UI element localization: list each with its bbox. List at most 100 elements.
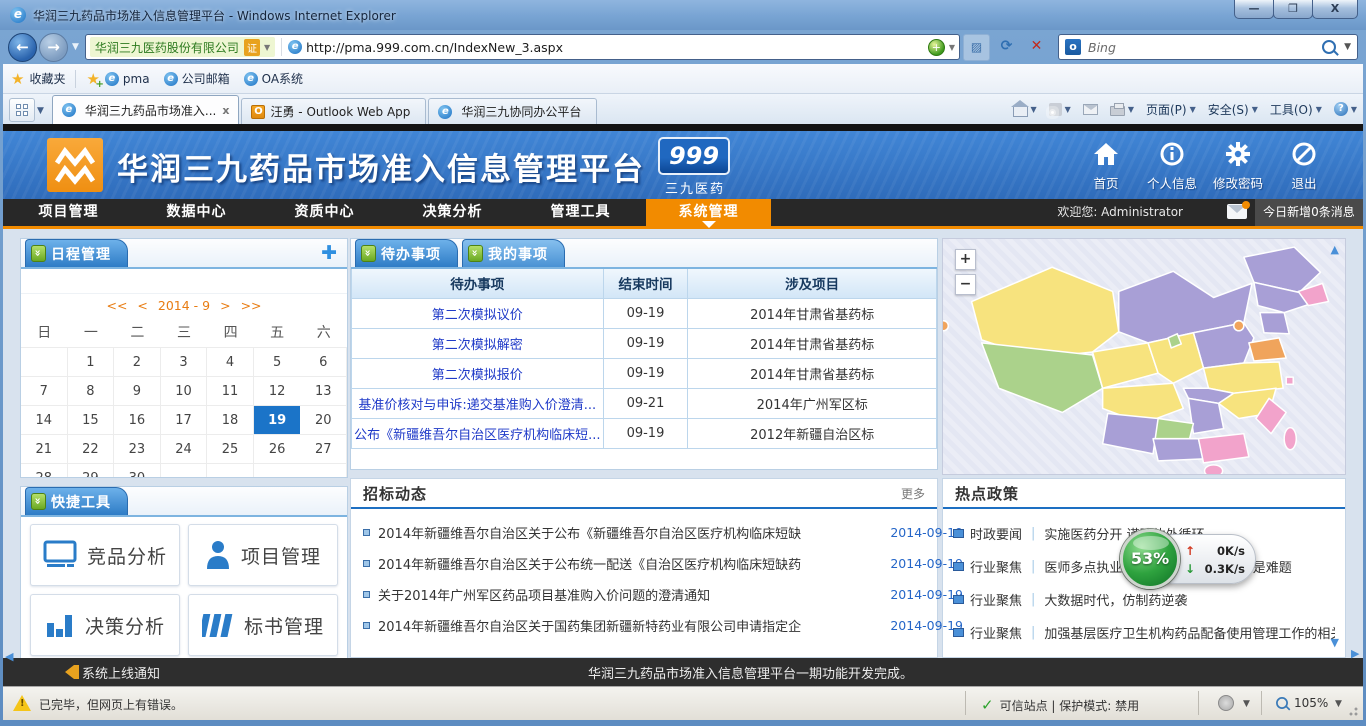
address-bar[interactable]: 华润三九医药股份有限公司 证 ▼ e http://pma.999.com.cn… — [85, 34, 960, 60]
home-button[interactable]: ▼ — [1013, 102, 1037, 117]
nav-menu-item[interactable]: 管理工具 — [518, 199, 643, 226]
todo-link[interactable]: 第二次模拟议价 — [352, 298, 604, 328]
scroll-down-icon[interactable]: ▼ — [1331, 636, 1339, 649]
calendar-day-cell[interactable]: 11 — [207, 377, 254, 406]
todo-link[interactable]: 公布《新疆维吾尔自治区医疗机构临床短... — [352, 418, 604, 448]
quick-tools-tab[interactable]: » 快捷工具 — [25, 487, 128, 515]
calendar-day-cell[interactable]: 2 — [114, 348, 161, 377]
nav-menu-item[interactable]: 数据中心 — [134, 199, 259, 226]
calendar-day-cell[interactable]: 18 — [207, 406, 254, 435]
china-map[interactable] — [943, 239, 1346, 475]
zoom-dropdown-icon[interactable]: ▼ — [1335, 699, 1342, 709]
back-button[interactable]: ← — [8, 33, 37, 62]
calendar-day-cell[interactable]: 9 — [114, 377, 161, 406]
policy-title[interactable]: 加强基层医疗卫生机构药品配备使用管理工作的相关说明 — [1044, 623, 1335, 642]
health-percent-ball[interactable]: 53% — [1120, 529, 1180, 589]
search-placeholder[interactable]: Bing — [1088, 40, 1322, 55]
calendar-day-cell[interactable]: 6 — [300, 348, 347, 377]
security-zone-icon[interactable]: + — [928, 39, 945, 56]
calendar-day-cell[interactable]: 26 — [254, 435, 301, 464]
tab-oa[interactable]: e 华润三九协同办公平台 — [428, 98, 597, 124]
calendar-day-cell[interactable]: 21 — [21, 435, 68, 464]
calendar-day-cell[interactable] — [254, 464, 301, 478]
map-zoom-in-button[interactable]: + — [955, 249, 976, 270]
my-items-tab[interactable]: » 我的事项 — [462, 239, 565, 267]
calendar-day-cell[interactable]: 27 — [300, 435, 347, 464]
minimize-button[interactable]: — — [1234, 0, 1274, 19]
news-title[interactable]: 2014年新疆维吾尔自治区关于公布统一配送《自治区医疗机构临床短缺药 — [378, 554, 801, 573]
calendar-day-cell[interactable]: 3 — [161, 348, 208, 377]
next-month-control[interactable]: > — [220, 298, 230, 313]
calendar-day-cell[interactable]: 1 — [68, 348, 115, 377]
home-link[interactable]: 首页 — [1075, 139, 1137, 192]
news-title[interactable]: 关于2014年广州军区药品项目基准购入价问题的澄清通知 — [378, 585, 710, 604]
resize-grip[interactable] — [1348, 705, 1360, 717]
safety-menu[interactable]: 安全(S)▼ — [1208, 101, 1258, 118]
maximize-button[interactable]: ❐ — [1273, 0, 1313, 19]
tool-decision-analysis[interactable]: 决策分析 — [30, 594, 180, 656]
todo-link[interactable]: 基准价核对与申诉:递交基准购入价澄清... — [352, 388, 604, 418]
calendar-day-cell[interactable]: 14 — [21, 406, 68, 435]
calendar-day-cell[interactable]: 10 — [161, 377, 208, 406]
todo-link[interactable]: 第二次模拟解密 — [352, 328, 604, 358]
scroll-right-icon[interactable]: ▶ — [1351, 647, 1359, 660]
page-menu[interactable]: 页面(P)▼ — [1146, 101, 1196, 118]
policy-item[interactable]: 行业聚焦 | 加强基层医疗卫生机构药品配备使用管理工作的相关说明 — [953, 616, 1335, 649]
calendar-day-cell[interactable]: 16 — [114, 406, 161, 435]
profile-link[interactable]: 个人信息 — [1141, 139, 1203, 192]
feeds-button[interactable]: ▼ — [1049, 103, 1071, 116]
security-zone-status[interactable]: ✓ 可信站点 | 保护模式: 禁用 — [981, 696, 1139, 714]
read-mail-button[interactable] — [1083, 104, 1098, 115]
calendar-day-cell[interactable] — [161, 464, 208, 478]
tab-outlook[interactable]: O 汪勇 - Outlook Web App — [241, 98, 426, 124]
scroll-up-icon[interactable]: ▲ — [1331, 243, 1339, 256]
zone-dropdown-icon[interactable]: ▼ — [1243, 699, 1250, 709]
calendar-day-cell[interactable] — [21, 348, 68, 377]
zone-dropdown-icon[interactable]: ▼ — [949, 43, 955, 52]
change-password-link[interactable]: 修改密码 — [1207, 139, 1269, 192]
calendar-day-cell[interactable]: 20 — [300, 406, 347, 435]
calendar-day-cell[interactable]: 19 — [254, 406, 301, 435]
protected-mode-icon[interactable] — [1218, 695, 1234, 711]
tools-menu[interactable]: 工具(O)▼ — [1270, 101, 1322, 118]
ev-dropdown-icon[interactable]: ▼ — [264, 43, 270, 52]
favorites-bar-item[interactable]: e OA系统 — [244, 70, 303, 87]
news-item[interactable]: 关于2014年广州军区药品项目基准购入价问题的澄清通知 2014-09-19 — [363, 579, 925, 610]
compatibility-view-button[interactable]: ▨ — [963, 34, 990, 61]
news-title[interactable]: 2014年新疆维吾尔自治区关于国药集团新疆新特药业有限公司申请指定企 — [378, 616, 801, 635]
calendar-day-cell[interactable]: 7 — [21, 377, 68, 406]
more-link[interactable]: 更多 — [901, 485, 925, 502]
schedule-tab[interactable]: » 日程管理 — [25, 239, 128, 267]
calendar-day-cell[interactable]: 13 — [300, 377, 347, 406]
prev-month-control[interactable]: < — [137, 298, 147, 313]
favorites-star-icon[interactable]: ★ — [11, 70, 24, 88]
calendar-day-cell[interactable]: 30 — [114, 464, 161, 478]
todo-link[interactable]: 第二次模拟报价 — [352, 358, 604, 388]
todo-tab[interactable]: » 待办事项 — [355, 239, 458, 267]
tab-current[interactable]: e 华润三九药品市场准入... x — [52, 95, 240, 124]
search-icon[interactable] — [1322, 40, 1336, 54]
scroll-left-icon[interactable]: ◀ — [5, 650, 13, 663]
tool-project-management[interactable]: 项目管理 — [188, 524, 338, 586]
new-message-badge[interactable]: 今日新增0条消息 — [1255, 199, 1363, 226]
favorites-label[interactable]: 收藏夹 — [29, 70, 65, 87]
warning-icon[interactable] — [13, 695, 31, 711]
favorites-bar-item[interactable]: e 公司邮箱 — [164, 70, 230, 87]
next-year-control[interactable]: >> — [241, 298, 262, 313]
forward-button[interactable]: → — [39, 33, 68, 62]
news-item[interactable]: 2014年新疆维吾尔自治区关于国药集团新疆新特药业有限公司申请指定企 2014-… — [363, 610, 925, 641]
calendar-day-cell[interactable]: 24 — [161, 435, 208, 464]
calendar-day-cell[interactable] — [207, 464, 254, 478]
calendar-day-cell[interactable]: 15 — [68, 406, 115, 435]
calendar-day-cell[interactable]: 8 — [68, 377, 115, 406]
zoom-control[interactable]: 105% — [1275, 696, 1328, 710]
history-dropdown-icon[interactable]: ▼ — [72, 42, 79, 52]
search-box[interactable]: o Bing ▼ — [1058, 34, 1358, 60]
url-text[interactable]: http://pma.999.com.cn/IndexNew_3.aspx — [306, 40, 928, 55]
tab-close-icon[interactable]: x — [222, 104, 229, 117]
news-item[interactable]: 2014年新疆维吾尔自治区关于公布统一配送《自治区医疗机构临床短缺药 2014-… — [363, 548, 925, 579]
calendar-day-cell[interactable]: 4 — [207, 348, 254, 377]
news-title[interactable]: 2014年新疆维吾尔自治区关于公布《新疆维吾尔自治区医疗机构临床短缺 — [378, 523, 801, 542]
logout-link[interactable]: 退出 — [1273, 139, 1335, 192]
add-favorite-icon[interactable]: ★ — [86, 70, 99, 88]
